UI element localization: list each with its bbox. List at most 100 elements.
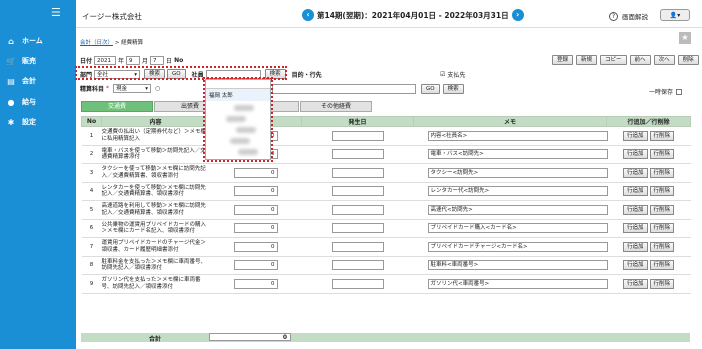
add-row-button[interactable]: 行追加 [622, 130, 648, 141]
delete-row-button[interactable]: 行削除 [649, 149, 675, 160]
month-suffix: 月 [142, 58, 149, 65]
memo-input[interactable]: 駐車料<車両番号> [427, 260, 608, 271]
date-input[interactable] [331, 130, 384, 141]
memo-input[interactable]: プリペイドカードチャージ<カード名> [427, 241, 608, 252]
account-go-button[interactable]: GO [421, 84, 440, 94]
row-actions: 行追加 行削除 [607, 186, 691, 197]
date-input[interactable] [331, 278, 384, 289]
add-row-button[interactable]: 行追加 [622, 278, 648, 289]
date-input[interactable] [331, 260, 384, 271]
prev-period-icon[interactable]: ‹ [302, 9, 314, 21]
sidebar-item-sales[interactable]: 🛒 販売 [6, 56, 36, 66]
date-input[interactable] [331, 186, 384, 197]
checkbox-icon[interactable]: ☑ [440, 71, 445, 78]
memo-input[interactable]: タクシー<訪問先> [427, 167, 608, 178]
add-row-button[interactable]: 行追加 [622, 241, 648, 252]
day-select[interactable]: 7 [150, 56, 165, 65]
memo-input[interactable]: 高速代<訪問先> [427, 204, 608, 215]
highlight-box-dropdown [203, 77, 273, 162]
month-select[interactable]: 9 [126, 56, 141, 65]
memo-input[interactable]: レンタカー代<訪問先> [427, 186, 608, 197]
add-row-button[interactable]: 行追加 [622, 186, 648, 197]
row-content: 高速道路を利用して移動＞メモ欄に訪問先記入／交通費精算書、領収書添付 [101, 200, 210, 220]
hamburger-menu-icon[interactable]: ☰ [51, 7, 61, 18]
memo-input[interactable]: プリペイドカード購入<カード名> [427, 223, 608, 234]
next-button[interactable]: 次へ [653, 55, 675, 65]
date-input[interactable] [331, 204, 384, 215]
payee-input[interactable] [272, 84, 416, 94]
next-period-icon[interactable]: › [511, 9, 524, 21]
amount-input[interactable]: 0 [233, 186, 278, 197]
memo-input[interactable]: ガソリン代<車両番号> [427, 278, 608, 289]
table-row: 2 電車・バスを使って移動＞訪問先記入／交通費精算書添付 0 電車・バス<訪問先> 行追… [81, 145, 691, 164]
tab-other-expenses[interactable]: その他経費 [300, 101, 372, 112]
col-memo: メモ [413, 116, 607, 127]
money-bag-icon: ● [7, 97, 15, 107]
memo-input[interactable]: 電車・バス<訪問先> [427, 149, 608, 160]
amount-input[interactable]: 0 [233, 278, 278, 289]
tab-transport[interactable]: 交通費 [81, 101, 153, 112]
date-input[interactable] [331, 167, 384, 178]
new-button[interactable]: 新規 [576, 55, 598, 65]
payee-checkbox-label: 支払先 [447, 72, 466, 79]
prev-button[interactable]: 前へ [629, 55, 651, 65]
copy-button[interactable]: コピー [600, 55, 627, 65]
delete-button[interactable]: 削除 [677, 55, 699, 65]
delete-row-button[interactable]: 行削除 [649, 130, 675, 141]
temp-save-checkbox[interactable] [676, 88, 683, 95]
account-buttons: GO 検索 [421, 84, 464, 94]
delete-row-button[interactable]: 行削除 [649, 223, 675, 234]
table-row: 1 交通費の払出い（定期券代など）＞メモ欄に私用精算記入 0 内容<社員名> 行追加 行削… [81, 126, 691, 146]
date-input[interactable] [331, 223, 384, 234]
row-actions: 行追加 行削除 [607, 130, 691, 141]
amount-input[interactable]: 0 [233, 241, 278, 252]
add-row-button[interactable]: 行追加 [622, 149, 648, 160]
register-button[interactable]: 登録 [552, 55, 574, 65]
row-content: 電車・バスを使って移動＞訪問先記入／交通費精算書添付 [101, 145, 210, 164]
add-row-button[interactable]: 行追加 [622, 167, 648, 178]
sidebar-item-payroll[interactable]: ● 給与 [6, 97, 37, 107]
amount-input[interactable]: 0 [233, 167, 278, 178]
sidebar-item-settings[interactable]: ✱ 設定 [6, 117, 36, 127]
sidebar-item-home[interactable]: ⌂ ホーム [6, 36, 43, 46]
user-menu-button[interactable]: 👤▾ [660, 9, 690, 21]
delete-row-button[interactable]: 行削除 [649, 278, 675, 289]
add-row-button[interactable]: 行追加 [622, 204, 648, 215]
row-actions: 行追加 行削除 [607, 167, 691, 178]
amount-input[interactable]: 0 [233, 223, 278, 234]
breadcrumb-link[interactable]: 会計（日次） [80, 40, 113, 46]
delete-row-button[interactable]: 行削除 [649, 204, 675, 215]
add-row-button[interactable]: 行追加 [622, 223, 648, 234]
account-search-button[interactable]: 検索 [442, 84, 464, 94]
help-link[interactable]: ? 画面解説 [609, 11, 648, 21]
payee-checkbox-row: ☑ 支払先 [440, 70, 465, 79]
sidebar-item-accounting[interactable]: ▤ 会計 [6, 76, 36, 86]
row-content: タクシーを使って移動＞メモ欄に訪問先記入／交通費精算書、領収書添付 [101, 163, 210, 183]
company-name: イージー株式会社 [82, 12, 142, 21]
add-row-button[interactable]: 行追加 [622, 260, 648, 271]
delete-row-button[interactable]: 行削除 [649, 260, 675, 271]
period-text: 第14期(翌期)：2021年04月01日 - 2022年03月31日 [317, 10, 509, 20]
delete-row-button[interactable]: 行削除 [649, 167, 675, 178]
radio-icon[interactable]: ○ [155, 85, 160, 92]
bookmark-star-icon[interactable]: ★ [679, 32, 691, 44]
user-icon: 👤▾ [669, 12, 681, 19]
year-select[interactable]: 2021 [94, 56, 117, 65]
delete-row-button[interactable]: 行削除 [649, 241, 675, 252]
date-input[interactable] [331, 149, 384, 160]
delete-row-button[interactable]: 行削除 [649, 186, 675, 197]
date-row: 日付 2021 年 9 月 7 日 No [80, 56, 185, 65]
no-label: No [174, 57, 184, 64]
row-content: 駐車料金を支払った＞メモ欄に車両番号、訪問先記入／領収書添付 [101, 256, 210, 275]
date-input[interactable] [331, 241, 384, 252]
action-buttons: 登録 新規 コピー 前へ 次へ 削除 [552, 55, 699, 65]
account-select[interactable]: 現金 ▾ [113, 84, 152, 93]
amount-input[interactable]: 0 [233, 204, 278, 215]
col-actions: 行追加／行削除 [606, 116, 691, 127]
memo-input[interactable]: 内容<社員名> [427, 130, 608, 141]
amount-input[interactable]: 0 [233, 260, 278, 271]
temp-save-row: 一時保存 [649, 87, 683, 96]
table-row: 4 レンタカーを使って移動＞メモ欄に訪問先記入／交通費精算書、領収書添付 0 レンタカ… [81, 182, 691, 201]
col-date: 発生日 [301, 116, 414, 127]
temp-save-label: 一時保存 [649, 89, 674, 96]
